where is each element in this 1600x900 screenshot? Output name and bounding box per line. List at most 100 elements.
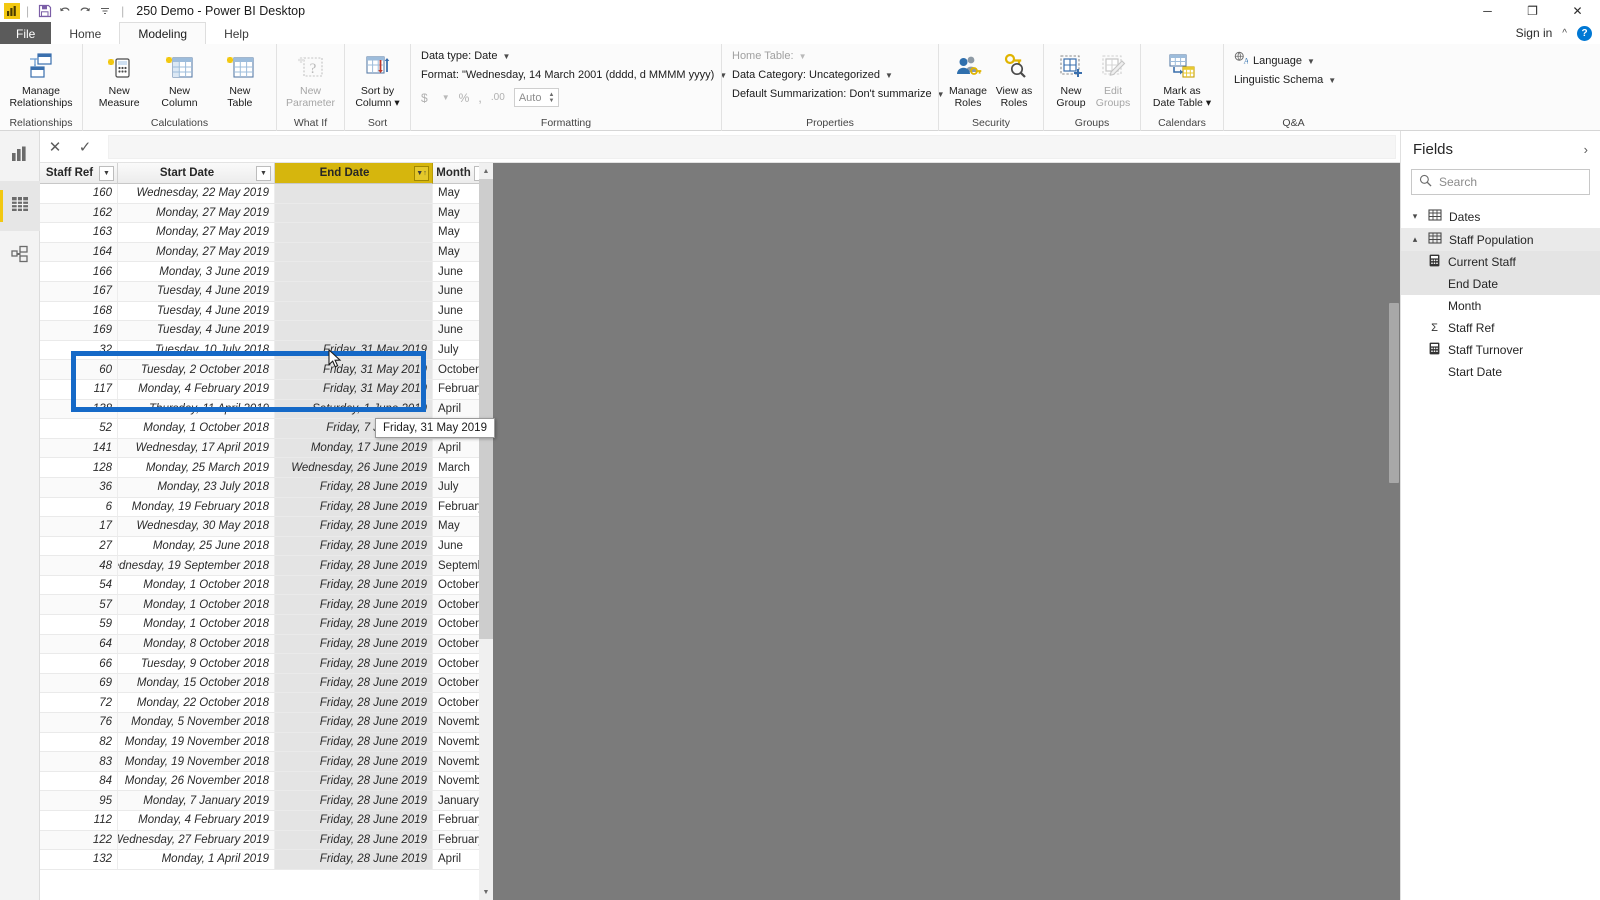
cell-end-date[interactable]: Friday, 28 June 2019: [275, 791, 433, 810]
table-row[interactable]: 36 Monday, 23 July 2018 Friday, 28 June 20…: [40, 477, 493, 498]
cell-start-date[interactable]: Wednesday, 17 April 2019: [118, 438, 275, 458]
cell-staff-ref[interactable]: 162: [40, 203, 118, 223]
cell-start-date[interactable]: Tuesday, 4 June 2019: [118, 321, 275, 340]
cell-staff-ref[interactable]: 64: [40, 634, 118, 654]
table-row[interactable]: 95 Monday, 7 January 2019 Friday, 28 June …: [40, 791, 493, 811]
cell-end-date[interactable]: Friday, 28 June 2019: [275, 693, 433, 713]
cell-start-date[interactable]: Monday, 1 October 2018: [118, 595, 275, 615]
canvas-scrollbar-thumb[interactable]: [1389, 303, 1399, 483]
cell-end-date[interactable]: [275, 262, 433, 281]
field-staff-turnover[interactable]: Staff Turnover: [1401, 339, 1600, 361]
cell-start-date[interactable]: Monday, 3 June 2019: [118, 262, 275, 281]
cell-end-date[interactable]: Wednesday, 26 June 2019: [275, 458, 433, 477]
cell-start-date[interactable]: Monday, 1 October 2018: [118, 575, 275, 595]
decimal-places-icon[interactable]: .00: [491, 92, 505, 103]
table-row[interactable]: 83 Monday, 19 November 2018 Friday, 28 Jun…: [40, 752, 493, 772]
sort-by-column-button[interactable]: Sort by Column ▾: [351, 48, 404, 109]
cell-start-date[interactable]: Tuesday, 4 June 2019: [118, 301, 275, 321]
chevron-down-icon[interactable]: ▼: [442, 93, 450, 102]
cell-staff-ref[interactable]: 27: [40, 536, 118, 556]
thousands-separator-icon[interactable]: ,: [478, 90, 482, 105]
table-row[interactable]: 122 Wednesday, 27 February 2019 Friday, 28…: [40, 830, 493, 851]
cell-staff-ref[interactable]: 84: [40, 771, 118, 791]
cell-end-date[interactable]: Saturday, 1 June 2019: [275, 399, 433, 419]
fields-table-staff-population[interactable]: ▴ Staff Population: [1401, 228, 1600, 251]
cell-staff-ref[interactable]: 76: [40, 713, 118, 732]
fields-table-dates[interactable]: ▾ Dates: [1401, 205, 1600, 228]
field-current-staff[interactable]: Current Staff: [1401, 251, 1600, 273]
cell-end-date[interactable]: Friday, 28 June 2019: [275, 615, 433, 634]
cell-end-date[interactable]: Monday, 17 June 2019: [275, 438, 433, 458]
cell-staff-ref[interactable]: 169: [40, 321, 118, 340]
cell-staff-ref[interactable]: 132: [40, 850, 118, 869]
chevron-down-icon[interactable]: ▾: [1409, 211, 1421, 222]
column-header-staff-ref[interactable]: Staff Ref ▼: [40, 163, 118, 184]
cell-end-date[interactable]: Friday, 28 June 2019: [275, 732, 433, 752]
cell-end-date[interactable]: Friday, 28 June 2019: [275, 497, 433, 517]
cell-staff-ref[interactable]: 163: [40, 223, 118, 242]
manage-relationships-button[interactable]: Manage Relationships: [6, 48, 76, 109]
table-row[interactable]: 64 Monday, 8 October 2018 Friday, 28 June …: [40, 634, 493, 655]
canvas-vertical-scrollbar[interactable]: [1388, 163, 1400, 900]
cell-start-date[interactable]: Wednesday, 27 February 2019: [118, 830, 275, 850]
cell-end-date[interactable]: Friday, 28 June 2019: [275, 830, 433, 850]
cell-staff-ref[interactable]: 83: [40, 752, 118, 771]
cell-start-date[interactable]: Monday, 23 July 2018: [118, 477, 275, 497]
manage-roles-button[interactable]: Manage Roles: [945, 48, 991, 109]
cell-start-date[interactable]: Monday, 19 February 2018: [118, 497, 275, 517]
cell-end-date[interactable]: [275, 223, 433, 242]
view-as-roles-button[interactable]: View as Roles: [991, 48, 1037, 109]
data-type-dropdown[interactable]: Data type: Date ▼: [421, 47, 510, 66]
table-row[interactable]: 76 Monday, 5 November 2018 Friday, 28 June…: [40, 713, 493, 733]
cell-staff-ref[interactable]: 112: [40, 811, 118, 830]
redo-icon[interactable]: [75, 1, 95, 21]
fields-search-box[interactable]: Search: [1411, 169, 1590, 195]
cell-staff-ref[interactable]: 141: [40, 438, 118, 458]
decimal-places-stepper[interactable]: Auto ▲ ▼: [513, 88, 560, 107]
table-row[interactable]: 60 Tuesday, 2 October 2018 Friday, 31 May …: [40, 360, 493, 380]
cell-start-date[interactable]: Monday, 1 October 2018: [118, 419, 275, 438]
cell-end-date[interactable]: Friday, 28 June 2019: [275, 634, 433, 654]
column-header-start-date[interactable]: Start Date ▼: [118, 163, 275, 184]
formula-input[interactable]: [108, 134, 1396, 159]
table-row[interactable]: 32 Tuesday, 10 July 2018 Friday, 31 May 20…: [40, 340, 493, 361]
cell-start-date[interactable]: Wednesday, 30 May 2018: [118, 517, 275, 536]
cell-staff-ref[interactable]: 95: [40, 791, 118, 810]
cell-staff-ref[interactable]: 17: [40, 517, 118, 536]
edit-groups-button[interactable]: Edit Groups: [1092, 48, 1134, 109]
cell-start-date[interactable]: Monday, 26 November 2018: [118, 771, 275, 791]
table-row[interactable]: 6 Monday, 19 February 2018 Friday, 28 June…: [40, 497, 493, 518]
cell-start-date[interactable]: Tuesday, 9 October 2018: [118, 654, 275, 673]
cell-end-date[interactable]: Friday, 28 June 2019: [275, 713, 433, 732]
column-sort-ascending-icon[interactable]: ▼↑: [414, 165, 429, 181]
tab-file[interactable]: File: [0, 22, 52, 44]
new-measure-button[interactable]: New Measure: [89, 48, 149, 109]
cell-staff-ref[interactable]: 160: [40, 184, 118, 203]
table-row[interactable]: 138 Thursday, 11 April 2019 Saturday, 1 Ju…: [40, 399, 493, 420]
cell-staff-ref[interactable]: 48: [40, 556, 118, 575]
table-row[interactable]: 160 Wednesday, 22 May 2019 May: [40, 184, 493, 204]
cell-end-date[interactable]: Friday, 31 May 2019: [275, 340, 433, 360]
table-row[interactable]: 59 Monday, 1 October 2018 Friday, 28 June …: [40, 615, 493, 635]
cell-end-date[interactable]: Friday, 28 June 2019: [275, 536, 433, 556]
cell-staff-ref[interactable]: 54: [40, 575, 118, 595]
cell-start-date[interactable]: Monday, 4 February 2019: [118, 379, 275, 399]
cell-start-date[interactable]: Monday, 1 April 2019: [118, 850, 275, 869]
column-filter-dropdown-icon[interactable]: ▼: [99, 165, 114, 181]
default-summarization-dropdown[interactable]: Default Summarization: Don't summarize ▼: [732, 85, 944, 104]
accept-icon[interactable]: ✓: [70, 132, 100, 162]
cell-start-date[interactable]: Monday, 7 January 2019: [118, 791, 275, 810]
table-row[interactable]: 66 Tuesday, 9 October 2018 Friday, 28 June…: [40, 654, 493, 674]
table-row[interactable]: 169 Tuesday, 4 June 2019 June: [40, 321, 493, 341]
cell-end-date[interactable]: Friday, 28 June 2019: [275, 575, 433, 595]
sidebar-item-data-view[interactable]: [0, 181, 40, 231]
table-row[interactable]: 54 Monday, 1 October 2018 Friday, 28 June …: [40, 575, 493, 596]
new-table-button[interactable]: New Table: [210, 48, 270, 109]
cell-staff-ref[interactable]: 72: [40, 693, 118, 713]
grid-vertical-scrollbar[interactable]: ▲ ▼: [479, 163, 493, 900]
chevron-up-icon[interactable]: ▴: [1409, 234, 1421, 245]
grid-scrollbar-thumb[interactable]: [479, 179, 493, 639]
cell-staff-ref[interactable]: 138: [40, 399, 118, 419]
cell-staff-ref[interactable]: 117: [40, 379, 118, 399]
cell-start-date[interactable]: Monday, 19 November 2018: [118, 732, 275, 752]
